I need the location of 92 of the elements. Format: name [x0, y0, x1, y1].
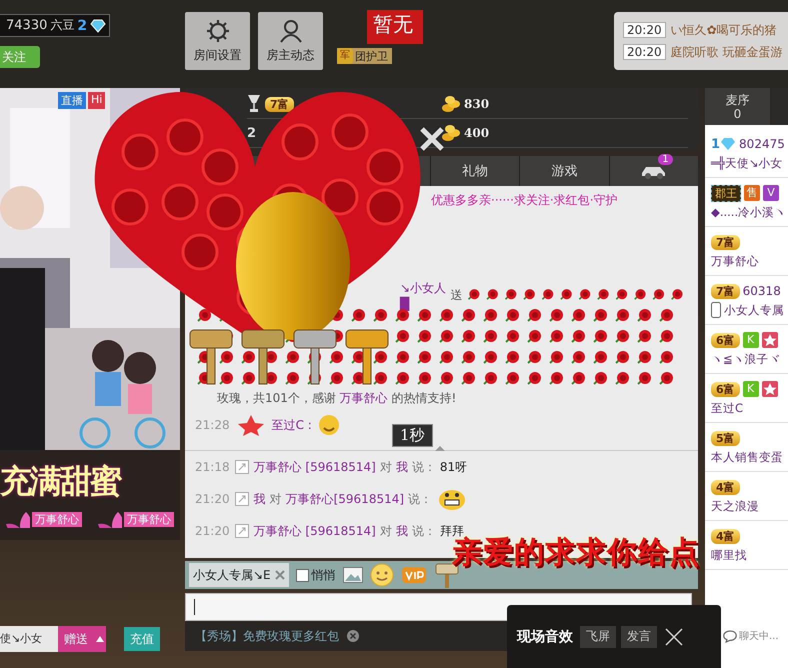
gift-thanks-text: 玫瑰，共101个，感谢 万事舒心 的热情支持! — [216, 390, 458, 407]
profile-button[interactable]: 房主动态 — [258, 12, 323, 70]
message-time: 21:20 — [195, 524, 230, 538]
toolbar-button[interactable]: 发言 — [621, 626, 657, 648]
banner-name: 万事舒心 — [124, 512, 174, 526]
recipient-select[interactable]: 使↘小女 — [0, 626, 58, 652]
grin-emoji-icon — [437, 488, 468, 510]
seller-badge: 售 — [744, 185, 760, 201]
score-value: 400 — [464, 126, 490, 140]
user-name[interactable]: ヽ≦ヽ浪子ヾ — [711, 352, 781, 366]
wealth-badge: 6富 — [711, 382, 740, 396]
level-number: 1 — [711, 136, 720, 152]
noble-badge: 郡王 — [711, 184, 741, 202]
timer-tooltip: 1秒 — [392, 424, 433, 447]
bean-label: 六豆 — [50, 17, 74, 34]
toolbar-button[interactable]: 飞屏 — [580, 626, 616, 648]
user-id: 802475 — [739, 137, 785, 151]
bean-count: 74330 — [6, 18, 48, 33]
person-icon — [278, 18, 302, 42]
live-badge: 直播 — [58, 92, 86, 109]
hifi-badge: Hi — [88, 92, 106, 109]
send-gift-button[interactable]: 赠送 — [58, 626, 94, 652]
whisper-label: 悄悄 — [312, 566, 336, 584]
caret-up-icon[interactable] — [94, 626, 106, 652]
emoji-icon — [318, 414, 340, 436]
user-name[interactable]: 小女人专属 — [724, 302, 784, 318]
k-badge: K — [742, 381, 759, 397]
flag-banner: 暂无 — [367, 10, 423, 44]
k-badge: K — [742, 332, 759, 348]
notice-text: い恒久✿喝可乐的猪 — [670, 22, 777, 38]
diamond-icon — [720, 137, 736, 151]
settings-button[interactable]: 房间设置 — [185, 12, 250, 70]
trophy-icon — [247, 94, 261, 112]
guard-badge: 军 团护卫 — [337, 48, 392, 64]
rank-number: 2 — [247, 126, 256, 140]
chat-message: 万事舒心 [59618514] 对 我 说： 81呀 — [254, 458, 468, 476]
queue-tab[interactable]: 麦序 0 — [705, 88, 770, 125]
wealth-badge: 7富 — [265, 96, 294, 112]
wealth-badge: 7富 — [711, 284, 740, 298]
message-time: 21:18 — [195, 460, 230, 474]
user-name[interactable]: ◆.....冷小溪ヽ — [711, 204, 786, 220]
chat-bubble-icon — [723, 630, 737, 642]
chat-message: 我 对 万事舒心[59618514] 说： — [254, 490, 432, 508]
user-name: 至过C : — [272, 416, 312, 434]
time-tag: 20:20 — [623, 44, 666, 60]
wealth-badge: 5富 — [711, 430, 740, 446]
count-badge: 1 — [658, 154, 673, 165]
time-tag: 20:20 — [623, 22, 666, 38]
user-name[interactable]: 至过C — [711, 400, 744, 416]
user-name[interactable]: 本人销售变蛋 — [711, 450, 783, 464]
close-icon[interactable] — [664, 626, 684, 646]
user-name[interactable]: 天之浪漫 — [711, 498, 759, 514]
smiley-icon[interactable] — [370, 563, 394, 587]
star-badge-icon — [762, 332, 778, 348]
wealth-badge: 4富 — [711, 480, 740, 494]
gift-verb: 送 — [450, 286, 462, 304]
announcement-text: 优惠多多亲······求关注·求红包·守护 — [430, 192, 619, 209]
banner-title: 充满甜蜜 — [0, 461, 122, 502]
wealth-badge: 6富 — [711, 332, 740, 348]
message-time: 21:20 — [195, 492, 230, 506]
image-icon[interactable] — [342, 567, 363, 583]
user-id: 60318 — [742, 284, 781, 298]
expand-icon — [234, 524, 249, 538]
coins-icon — [441, 124, 461, 142]
notice-text: 庭院听歌 玩砸金蛋游 — [670, 44, 782, 60]
recipient-chip[interactable]: 小女人专属↘E — [189, 563, 289, 587]
star-badge-icon — [762, 381, 778, 397]
score-value: 830 — [464, 97, 490, 111]
panel-title: 现场音效 — [517, 628, 573, 646]
expand-icon — [234, 492, 249, 506]
coins-icon — [441, 95, 461, 113]
expand-icon — [234, 460, 249, 474]
chat-status: 聊天中... — [739, 630, 779, 643]
settings-icon — [206, 18, 230, 42]
whisper-checkbox[interactable] — [296, 568, 309, 582]
army-badge-icon: 军 — [337, 48, 353, 64]
vip-badge: V — [763, 185, 779, 201]
user-name[interactable]: 万事舒心 — [711, 254, 759, 268]
wealth-badge: 4富 — [711, 528, 740, 544]
wealth-badge: 7富 — [711, 234, 740, 250]
message-time: 21:28 — [195, 418, 230, 432]
promo-link[interactable]: 【秀场】免费玫瑰更多红包 — [195, 628, 339, 644]
diamond-icon — [90, 18, 106, 32]
lotus-icon — [96, 510, 122, 528]
user-name[interactable]: ═╬天使↘小女 — [711, 156, 782, 170]
star-badge-icon — [236, 414, 266, 436]
level-number: 2 — [77, 18, 88, 34]
banner-name: 万事舒心 — [32, 512, 82, 526]
vip-icon[interactable] — [400, 566, 427, 584]
lotus-icon — [4, 510, 30, 528]
user-name[interactable]: 哪里找 — [711, 548, 747, 562]
chat-message: 万事舒心 [59618514] 对 我 说： 拜拜 — [254, 522, 464, 538]
